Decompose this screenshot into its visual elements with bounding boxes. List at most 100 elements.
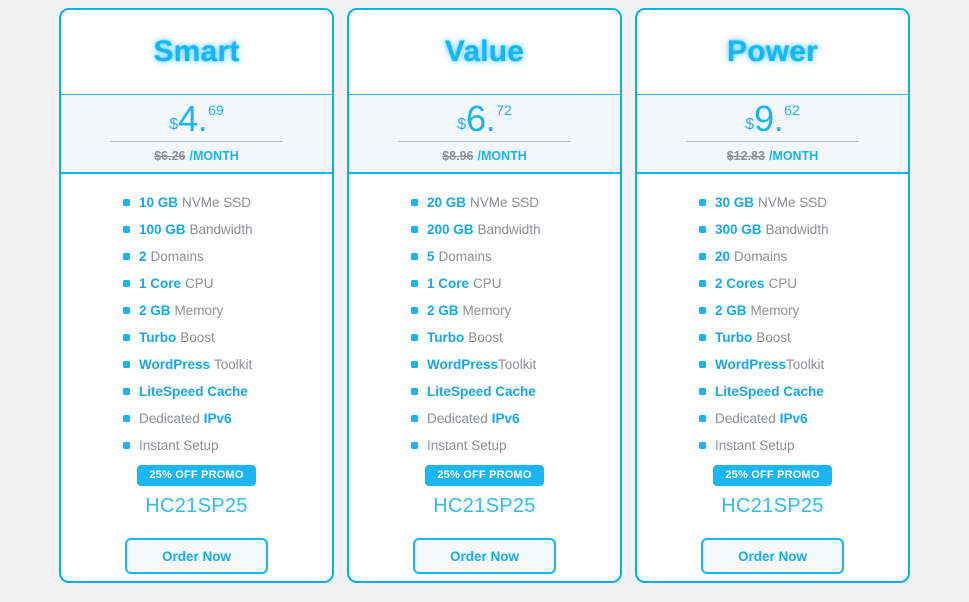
feature-label: Domains [150,249,204,264]
feature-value: 30 GB [715,195,755,210]
feature-list: 20 GB NVMe SSD 200 GB Bandwidth 5 Domains 1 Co… [349,174,620,465]
billing-period: /MONTH [189,149,239,163]
bullet-icon [699,199,706,206]
bullet-icon [123,361,130,368]
feature-label: NVMe SSD [758,195,828,210]
price-old-row: $8.96 /MONTH [442,149,527,163]
promo-code[interactable]: HC21SP25 [637,495,908,518]
price-band: $ 9. 62 $12.83 /MONTH [637,95,908,174]
feature-value: LiteSpeed Cache [427,384,536,399]
card-header: Value [349,10,620,95]
promo-badge: 25% OFF PROMO [713,465,832,486]
price-old-row: $6.26 /MONTH [154,149,239,163]
pricing-table: Smart $ 4. 69 $6.26 /MONTH 10 GB NVMe SSD… [0,0,969,602]
price-cents: 69 [208,102,224,118]
feature-item: 2 Domains [61,249,332,276]
feature-label: Instant Setup [427,438,507,453]
feature-label: Bandwidth [765,222,829,237]
feature-value: 2 GB [139,303,171,318]
order-now-button-smart[interactable]: Order Now [125,538,268,574]
feature-value: 2 GB [427,303,459,318]
bullet-icon [699,280,706,287]
price-old-row: $12.83 /MONTH [727,149,819,163]
feature-label: Dedicated [139,411,200,426]
feature-value: Turbo [139,330,177,345]
feature-item: 10 GB NVMe SSD [61,195,332,222]
feature-label: Boost [468,330,503,345]
pricing-card-power: Power $ 9. 62 $12.83 /MONTH 30 GB NVMe SS… [635,8,910,583]
bullet-icon [123,253,130,260]
feature-label: Domains [438,249,492,264]
pricing-card-value: Value $ 6. 72 $8.96 /MONTH 20 GB NVMe SSD… [347,8,622,583]
feature-value: LiteSpeed Cache [715,384,824,399]
feature-item: Instant Setup [61,438,332,465]
bullet-icon [699,388,706,395]
bullet-icon [699,253,706,260]
feature-value: 2 Cores [715,276,765,291]
price-amount: $ 4. 69 [169,100,224,136]
bullet-icon [699,415,706,422]
feature-value: WordPress [715,357,787,372]
feature-label: Memory [750,303,800,318]
bullet-icon [411,361,418,368]
feature-item: 300 GB Bandwidth [637,222,908,249]
feature-label: Toolkit [498,357,537,372]
feature-label: Instant Setup [139,438,219,453]
feature-item: 1 Core CPU [61,276,332,303]
feature-item: 20 GB NVMe SSD [349,195,620,222]
feature-value: WordPress [139,357,211,372]
feature-value: 2 GB [715,303,747,318]
promo-code[interactable]: HC21SP25 [61,495,332,518]
feature-item: WordPress Toolkit [61,357,332,384]
feature-item: WordPress Toolkit [349,357,620,384]
price-amount: $ 9. 62 [745,98,800,139]
promo-code[interactable]: HC21SP25 [349,495,620,518]
bullet-icon [123,334,130,341]
feature-label: CPU [768,276,798,291]
feature-label: Bandwidth [477,222,541,237]
currency-symbol: $ [745,116,755,133]
promo-badge: 25% OFF PROMO [425,465,544,486]
currency-symbol: $ [169,116,179,133]
plan-title: Value [444,35,525,68]
feature-item: LiteSpeed Cache [349,384,620,411]
feature-value: 1 Core [139,276,182,291]
feature-label: CPU [185,276,214,291]
feature-list: 10 GB NVMe SSD 100 GB Bandwidth 2 Domains 1 Co… [61,174,332,465]
bullet-icon [123,199,130,206]
feature-item: 2 GB Memory [61,303,332,330]
price-divider [110,141,283,142]
feature-label: Memory [174,303,224,318]
feature-value: Turbo [427,330,465,345]
plan-title: Smart [153,35,240,68]
feature-item: Turbo Boost [637,330,908,357]
feature-label: Dedicated [427,411,488,426]
bullet-icon [411,199,418,206]
bullet-icon [699,334,706,341]
promo-badge: 25% OFF PROMO [137,465,256,486]
price-divider [686,141,859,142]
feature-label: Boost [180,330,215,345]
bullet-icon [699,307,706,314]
cta-zone: Order Now [349,520,620,581]
feature-item: 2 GB Memory [349,303,620,330]
price-amount: $ 6. 72 [457,100,512,136]
bullet-icon [411,442,418,449]
feature-label: NVMe SSD [182,195,252,210]
bullet-icon [411,253,418,260]
cta-zone: Order Now [637,520,908,581]
feature-value: 300 GB [715,222,762,237]
price-integer: 9. [754,98,784,139]
feature-item: 30 GB NVMe SSD [637,195,908,222]
cta-zone: Order Now [61,520,332,581]
promo-zone: 25% OFF PROMO HC21SP25 [61,465,332,520]
original-price: $8.96 [442,149,474,163]
feature-value: WordPress [427,357,499,372]
feature-value: LiteSpeed Cache [139,384,248,399]
price-band: $ 4. 69 $6.26 /MONTH [61,95,332,174]
feature-item: 20 Domains [637,249,908,276]
feature-label: Memory [462,303,512,318]
order-now-button-power[interactable]: Order Now [701,538,844,574]
order-now-button-value[interactable]: Order Now [413,538,556,574]
bullet-icon [123,307,130,314]
